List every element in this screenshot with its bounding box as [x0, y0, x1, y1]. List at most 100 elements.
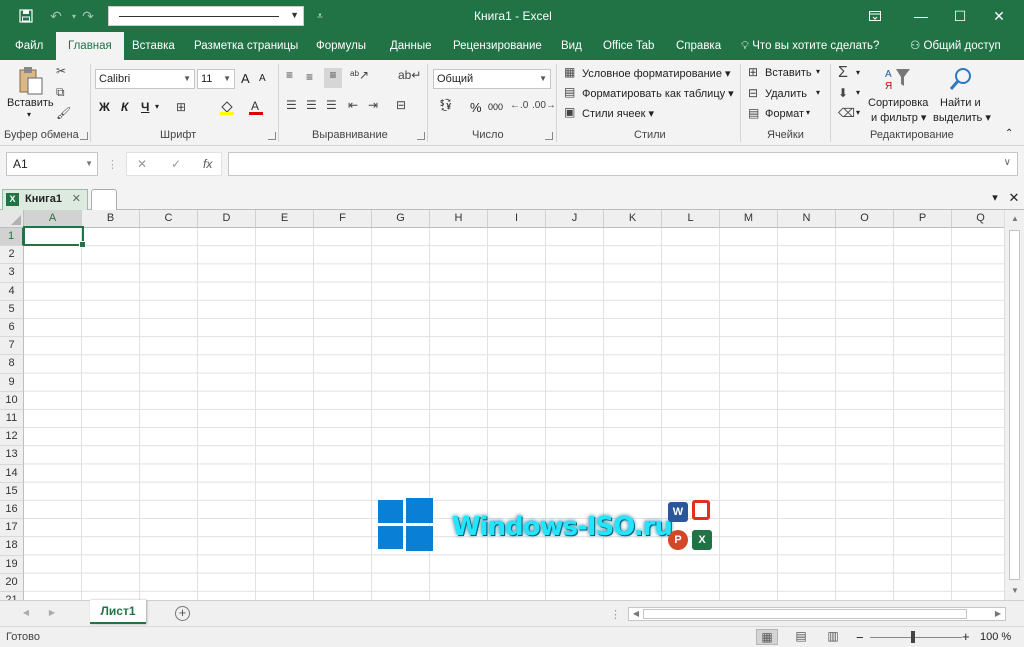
copy-icon[interactable]: ⧉ — [56, 85, 65, 100]
row-header-15[interactable]: 15 — [0, 482, 24, 501]
row-header-3[interactable]: 3 — [0, 264, 24, 283]
collapse-ribbon-icon[interactable]: ⌃ — [1005, 128, 1013, 139]
normal-view-icon[interactable]: ▦ — [756, 629, 778, 645]
active-cell-a1[interactable] — [23, 226, 86, 248]
row-header-14[interactable]: 14 — [0, 464, 24, 483]
cell-styles-button[interactable]: Стили ячеек ▾ — [582, 107, 654, 120]
tab-home[interactable]: Главная — [56, 32, 124, 60]
comma-style-button[interactable]: 000 — [488, 102, 503, 112]
row-header-8[interactable]: 8 — [0, 355, 24, 374]
wrap-text-icon[interactable]: ab↵ — [398, 68, 421, 82]
row-header-7[interactable]: 7 — [0, 337, 24, 356]
column-header-k[interactable]: K — [604, 210, 662, 228]
number-launcher-icon[interactable] — [545, 132, 553, 140]
tab-office-tab[interactable]: Office Tab — [603, 32, 654, 60]
tab-data[interactable]: Данные — [390, 32, 432, 60]
redo-icon[interactable]: ↷ — [76, 0, 100, 32]
align-center-icon[interactable]: ☰ — [306, 98, 317, 112]
paste-icon[interactable] — [18, 66, 44, 96]
vertical-scroll-thumb[interactable] — [1009, 230, 1020, 580]
italic-button[interactable]: К — [121, 100, 128, 114]
row-header-12[interactable]: 12 — [0, 428, 24, 447]
find-select-label1[interactable]: Найти и — [940, 97, 981, 109]
save-icon[interactable] — [14, 0, 38, 32]
horizontal-scroll-thumb[interactable] — [643, 609, 967, 619]
tell-me-search[interactable]: 💡︎ Что вы хотите сделать? — [741, 32, 879, 60]
align-right-icon[interactable]: ☰ — [326, 98, 337, 112]
fill-dropdown-icon[interactable]: ▾ — [856, 88, 860, 97]
formula-input[interactable]: ∨ — [228, 152, 1018, 176]
page-layout-view-icon[interactable]: ▤ — [790, 629, 812, 645]
column-header-p[interactable]: P — [894, 210, 952, 228]
cell-styles-icon[interactable]: ▣ — [564, 105, 575, 119]
tab-review[interactable]: Рецензирование — [453, 32, 542, 60]
row-header-1[interactable]: 1 — [0, 228, 24, 247]
close-tab-icon[interactable]: ✕ — [72, 192, 81, 205]
column-header-h[interactable]: H — [430, 210, 488, 228]
delete-dropdown-icon[interactable]: ▾ — [816, 88, 820, 97]
ribbon-display-options-icon[interactable] — [852, 0, 898, 32]
row-header-11[interactable]: 11 — [0, 410, 24, 429]
scroll-right-icon[interactable]: ▶ — [990, 609, 1006, 618]
bold-button[interactable]: Ж — [99, 100, 110, 114]
format-as-table-icon[interactable]: ▤ — [564, 85, 575, 99]
format-cells-button[interactable]: Формат — [765, 108, 804, 120]
column-header-j[interactable]: J — [546, 210, 604, 228]
tab-formulas[interactable]: Формулы — [316, 32, 366, 60]
format-cells-icon[interactable]: ▤ — [748, 106, 759, 120]
alignment-launcher-icon[interactable] — [417, 132, 425, 140]
tab-file[interactable]: Файл — [15, 32, 43, 60]
autosum-dropdown-icon[interactable]: ▾ — [856, 68, 860, 77]
tab-page-layout[interactable]: Разметка страницы — [194, 32, 298, 60]
conditional-formatting-icon[interactable]: ▦ — [564, 65, 575, 79]
font-size-combo[interactable]: 11 ▼ — [197, 69, 235, 89]
underline-button[interactable]: Ч — [141, 100, 149, 114]
paste-label[interactable]: Вставить — [7, 97, 54, 109]
orientation-icon[interactable]: ᵃᵇ↗ — [350, 68, 369, 82]
clipboard-launcher-icon[interactable] — [80, 132, 88, 140]
horizontal-scrollbar[interactable]: ◀ ▶ — [628, 607, 1006, 621]
zoom-level[interactable]: 100 % — [980, 631, 1011, 643]
clear-dropdown-icon[interactable]: ▾ — [856, 108, 860, 117]
column-header-q[interactable]: Q — [952, 210, 1004, 228]
underline-dropdown-icon[interactable]: ▾ — [155, 102, 159, 111]
format-painter-icon[interactable]: 🖌︎ — [56, 106, 71, 120]
scroll-up-icon[interactable]: ▲ — [1007, 214, 1023, 223]
align-left-icon[interactable]: ☰ — [286, 98, 297, 112]
insert-cells-icon[interactable]: ⊞ — [748, 65, 758, 79]
delete-cells-button[interactable]: Удалить — [765, 88, 807, 100]
expand-formula-icon[interactable]: ∨ — [1004, 157, 1011, 168]
row-header-13[interactable]: 13 — [0, 446, 24, 465]
scroll-left-icon[interactable]: ◀ — [628, 609, 644, 618]
sheet-tab-list1[interactable]: Лист1 — [90, 600, 146, 624]
column-header-c[interactable]: C — [140, 210, 198, 228]
column-header-o[interactable]: O — [836, 210, 894, 228]
cut-icon[interactable]: ✂ — [56, 64, 66, 78]
quick-access-dropdown[interactable]: ▼ — [108, 6, 304, 26]
column-header-d[interactable]: D — [198, 210, 256, 228]
row-header-2[interactable]: 2 — [0, 246, 24, 265]
increase-indent-icon[interactable]: ⇥ — [368, 98, 378, 112]
close-document-icon[interactable]: ✕ — [1006, 190, 1022, 206]
fill-color-icon[interactable] — [219, 99, 235, 118]
close-icon[interactable]: ✕ — [976, 0, 1022, 32]
autosum-icon[interactable]: Σ — [838, 64, 848, 82]
document-tab-workbook[interactable]: X Книга1 ✕ — [2, 189, 88, 210]
sort-filter-icon[interactable]: AЯ — [884, 66, 912, 92]
page-break-view-icon[interactable]: ▥ — [822, 629, 844, 645]
align-top-icon[interactable]: ≡ — [286, 68, 293, 82]
insert-dropdown-icon[interactable]: ▾ — [816, 67, 820, 76]
decrease-indent-icon[interactable]: ⇤ — [348, 98, 358, 112]
row-header-18[interactable]: 18 — [0, 537, 24, 556]
number-format-combo[interactable]: Общий ▼ — [433, 69, 551, 89]
row-header-17[interactable]: 17 — [0, 519, 24, 538]
zoom-slider-thumb[interactable] — [911, 631, 915, 643]
increase-decimal-icon[interactable]: ←.0 — [510, 100, 528, 111]
column-header-b[interactable]: B — [82, 210, 140, 228]
row-header-21[interactable]: 21 — [0, 592, 24, 600]
shrink-font-button[interactable]: A — [259, 73, 266, 84]
row-header-10[interactable]: 10 — [0, 391, 24, 410]
row-header-6[interactable]: 6 — [0, 319, 24, 338]
tab-list-dropdown-icon[interactable]: ▾ — [987, 190, 1003, 206]
column-header-e[interactable]: E — [256, 210, 314, 228]
